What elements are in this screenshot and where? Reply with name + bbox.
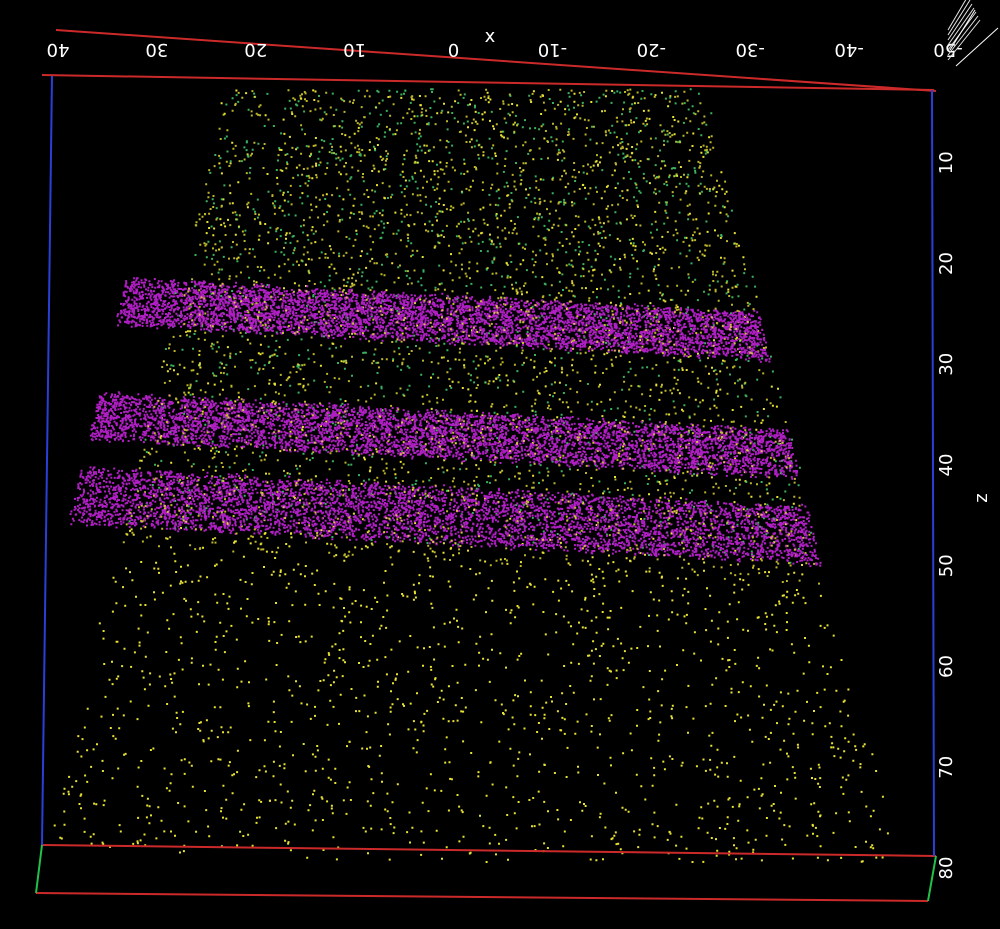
z-tick-label: 20 (936, 252, 957, 275)
z-axis-title: z (971, 493, 992, 502)
x-tick-label: -40 (834, 39, 863, 60)
x-tick-label: -30 (736, 39, 765, 60)
x-tick-label: -20 (637, 39, 666, 60)
x-tick-label: 20 (244, 39, 267, 60)
z-tick-label: 80 (936, 857, 957, 880)
x-tick-label: 10 (343, 39, 366, 60)
z-tick-label: 50 (936, 554, 957, 577)
z-tick-label: 60 (936, 655, 957, 678)
z-tick-label: 10 (936, 151, 957, 174)
z-tick-label: 30 (936, 353, 957, 376)
chart-3d-viewport[interactable]: 40 30 20 10 0 -10 -20 -30 -40 -50 102030405060708… (0, 0, 1000, 929)
x-tick-label: 30 (145, 39, 168, 60)
x-tick-label: 0 (448, 39, 459, 60)
z-tick-label: 40 (936, 454, 957, 477)
x-axis-title: x (485, 26, 496, 47)
chart-background (0, 0, 1000, 929)
z-tick-label: 70 (936, 756, 957, 779)
x-tick-label: -10 (538, 39, 567, 60)
x-tick-label: 40 (47, 39, 70, 60)
